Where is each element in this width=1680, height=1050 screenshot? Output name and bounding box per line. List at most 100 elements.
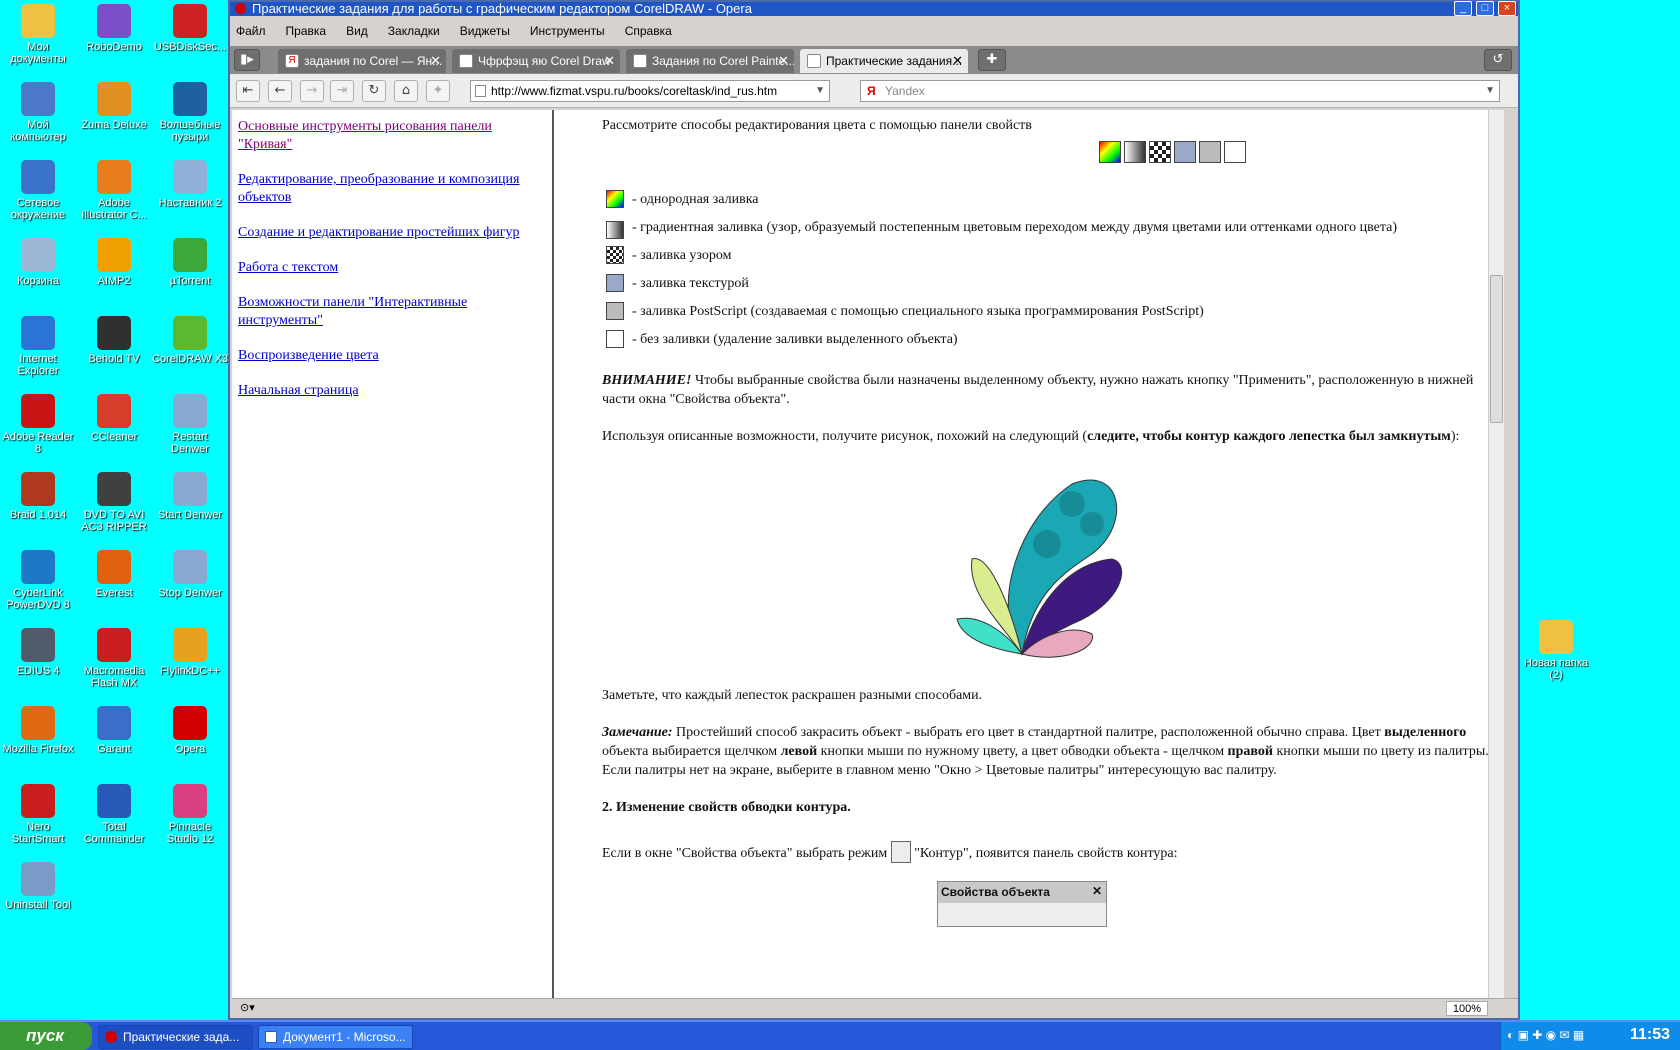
fill-item-texture: - заливка текстурой — [602, 274, 1492, 293]
desktop-icon[interactable]: Pinnacle Studio 12 — [152, 784, 228, 845]
opera-icon — [235, 3, 246, 14]
menu-view[interactable]: Вид — [346, 24, 368, 38]
nav-link-color[interactable]: Воспроизведение цвета — [238, 347, 546, 365]
desktop-icon[interactable]: Adobe Reader 8 — [0, 394, 76, 455]
menu-widgets[interactable]: Виджеты — [460, 24, 510, 38]
task-paragraph: Используя описанные возможности, получит… — [602, 429, 1460, 444]
maximize-button[interactable]: □ — [1476, 1, 1494, 16]
wand-icon[interactable]: ✦ — [426, 80, 450, 102]
desktop-icon[interactable]: Uninstall Tool — [0, 862, 76, 911]
menu-bookmarks[interactable]: Закладки — [388, 24, 440, 38]
taskbar-word[interactable]: Документ1 - Microso... — [258, 1025, 413, 1049]
rewind-icon[interactable]: ⇤ — [236, 80, 260, 102]
start-button[interactable]: пуск — [0, 1022, 92, 1050]
desktop-icon[interactable]: Opera — [152, 706, 228, 755]
desktop-icon[interactable]: Adobe Illustrator C... — [76, 160, 152, 221]
desktop-icon[interactable]: Garant — [76, 706, 152, 755]
desktop-icon[interactable]: Zuma Deluxe — [76, 82, 152, 131]
desktop-icon[interactable]: Stop Denwer — [152, 550, 228, 599]
desktop-icon-label: Opera — [174, 743, 206, 755]
tab-corel-painter[interactable]: Задания по Corel Painte... ✕ — [626, 49, 794, 73]
desktop-icon[interactable]: CCleaner — [76, 394, 152, 443]
back-icon[interactable]: ← — [268, 80, 292, 102]
desktop-icon[interactable]: Наставник 2 — [152, 160, 228, 209]
desktop-icon[interactable]: µTorrent — [152, 238, 228, 287]
menu-edit[interactable]: Правка — [286, 24, 327, 38]
desktop-icon[interactable]: Total Commander — [76, 784, 152, 845]
nav-link-interactive[interactable]: Возможности панели "Интерактивные инстру… — [238, 294, 546, 330]
desktop-icon[interactable]: Macromedia Flash MX — [76, 628, 152, 689]
nav-link-text[interactable]: Работа с текстом — [238, 259, 546, 277]
nav-link-curve-tools[interactable]: Основные инструменты рисования панели "К… — [238, 118, 546, 154]
desktop-icon-new-folder[interactable]: Новая папка (2) — [1518, 620, 1594, 681]
desktop-icon-label: Uninstall Tool — [5, 899, 71, 911]
scrollbar-thumb[interactable] — [1490, 275, 1503, 423]
desktop-icon-label: USBDiskSec... — [153, 41, 227, 53]
menu-tools[interactable]: Инструменты — [530, 24, 605, 38]
tab-close-icon[interactable]: ✕ — [952, 49, 963, 73]
close-button[interactable]: × — [1498, 1, 1516, 16]
tab-practical-tasks[interactable]: Практические задания... ✕ — [800, 49, 968, 73]
desktop-icon[interactable]: Internet Explorer — [0, 316, 76, 377]
address-field[interactable]: http://www.fizmat.vspu.ru/books/coreltas… — [470, 80, 830, 102]
desktop-icon[interactable]: FlylinkDC++ — [152, 628, 228, 677]
new-tab-button[interactable]: ✚ — [978, 49, 1006, 71]
desktop-icon[interactable]: Restart Denwer — [152, 394, 228, 455]
desktop-icon-label: Корзина — [17, 275, 59, 287]
denwer-icon — [173, 550, 207, 584]
desktop-icon[interactable]: Мои документы — [0, 4, 76, 65]
desktop-icon[interactable]: Mozilla Firefox — [0, 706, 76, 755]
desktop-icon[interactable]: EDIUS 4 — [0, 628, 76, 677]
vertical-scrollbar[interactable] — [1488, 110, 1504, 1000]
search-input[interactable]: Я Yandex ▼ — [860, 80, 1500, 102]
tab-yandex-search[interactable]: Я задания по Corel — Ян... ✕ — [278, 49, 446, 73]
desktop-icon[interactable]: Мой компьютер — [0, 82, 76, 143]
fill-item-gradient: - градиентная заливка (узор, образуемый … — [602, 218, 1492, 239]
page-icon — [807, 54, 821, 68]
desktop-icon[interactable]: DVD TO AVI AC3 RIPPER — [76, 472, 152, 533]
desktop-icon[interactable]: Start Denwer — [152, 472, 228, 521]
home-icon[interactable]: ⌂ — [394, 80, 418, 102]
menu-help[interactable]: Справка — [625, 24, 672, 38]
chevron-down-icon[interactable]: ▼ — [1485, 81, 1495, 101]
desktop-icon[interactable]: Волшебные пузыри — [152, 82, 228, 143]
tab-corel-draw[interactable]: Чфрфэщ яю Corel Draw ✕ — [452, 49, 620, 73]
panels-toggle-button[interactable]: ▮▸ — [234, 49, 260, 71]
tab-close-icon[interactable]: ✕ — [778, 49, 789, 73]
desktop-icon[interactable]: Корзина — [0, 238, 76, 287]
desktop-icon[interactable]: AIMP2 — [76, 238, 152, 287]
desktop-icon[interactable]: Everest — [76, 550, 152, 599]
fast-forward-icon[interactable]: ⇥ — [330, 80, 354, 102]
desktop-icon[interactable]: Nero StartSmart — [0, 784, 76, 845]
desktop-icon[interactable]: Braid 1.014 — [0, 472, 76, 521]
desktop-icon-label: Everest — [95, 587, 133, 599]
closed-tabs-button[interactable]: ↺ — [1484, 49, 1512, 71]
nav-link-editing[interactable]: Редактирование, преобразование и компози… — [238, 171, 546, 207]
desktop-icon[interactable]: CorelDRAW X3 — [152, 316, 228, 365]
reload-icon[interactable]: ↻ — [362, 80, 386, 102]
nav-link-home[interactable]: Начальная страница — [238, 382, 546, 400]
fill-item-postscript: - заливка PostScript (создаваемая с помо… — [602, 302, 1492, 321]
speed-dial-icon[interactable]: ⊙▾ — [240, 1001, 255, 1014]
desktop-icon[interactable]: RoboDemo — [76, 4, 152, 53]
nav-link-shapes[interactable]: Создание и редактирование простейших фиг… — [238, 224, 546, 242]
tab-close-icon[interactable]: ✕ — [430, 49, 441, 73]
texture-fill-icon — [606, 274, 624, 292]
desktop-icon[interactable]: Behold TV — [76, 316, 152, 365]
desktop-icon[interactable]: CyberLink PowerDVD 8 — [0, 550, 76, 611]
desktop-icon[interactable]: Сетевое окружение — [0, 160, 76, 221]
taskbar-opera[interactable]: Практические зада... — [98, 1025, 253, 1049]
forward-icon[interactable]: → — [300, 80, 324, 102]
desktop-icon[interactable]: USBDiskSec... — [152, 4, 228, 53]
desktop-icon-label: Zuma Deluxe — [81, 119, 147, 131]
chevron-down-icon[interactable]: ▼ — [815, 81, 825, 101]
zoom-level[interactable]: 100% — [1445, 1001, 1488, 1016]
close-icon[interactable]: ✕ — [1092, 882, 1102, 901]
no-fill-icon — [1223, 141, 1246, 163]
postscript-fill-icon — [1198, 141, 1221, 163]
menu-file[interactable]: Файл — [236, 24, 266, 38]
tab-close-icon[interactable]: ✕ — [604, 49, 615, 73]
desktop-icon-label: RoboDemo — [86, 41, 142, 53]
left-navigation: Основные инструменты рисования панели "К… — [232, 110, 554, 1000]
minimize-button[interactable]: _ — [1454, 1, 1472, 16]
